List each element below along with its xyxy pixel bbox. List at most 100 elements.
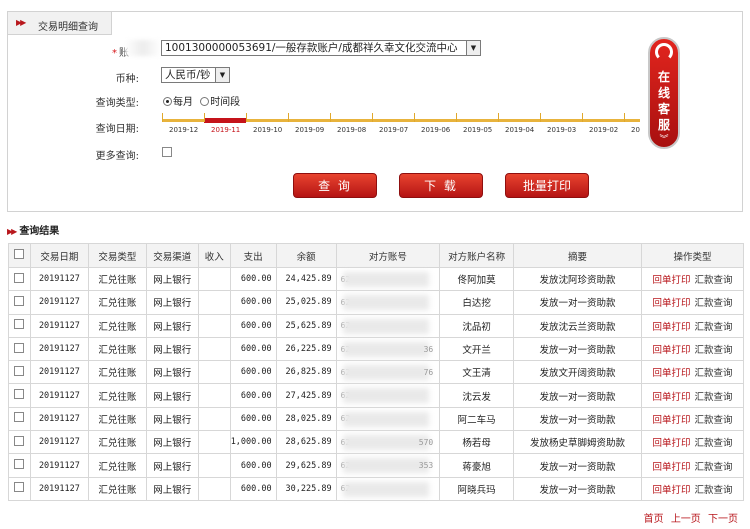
month-label[interactable]: 2019-03: [547, 126, 576, 134]
query-type-radios: 每月 时间段: [163, 93, 244, 108]
row-checkbox[interactable]: [8, 476, 31, 501]
row-checkbox[interactable]: [8, 266, 31, 292]
cell-date: 20191127: [29, 383, 89, 408]
online-service-badge[interactable]: 在线客服 ︾: [648, 37, 680, 149]
cell-expense: 600.00: [229, 383, 277, 408]
pager-prev[interactable]: 上一页: [671, 514, 701, 525]
row-checkbox[interactable]: [8, 430, 31, 455]
cell-balance: 26,825.89: [275, 360, 337, 385]
cell-counterparty-name: 蒋豪旭: [439, 453, 515, 478]
query-button[interactable]: 查 询: [293, 173, 377, 198]
cell-expense: 600.00: [229, 336, 277, 362]
chevron-down-icon[interactable]: ▼: [466, 41, 480, 55]
cell-balance: 24,425.89: [275, 266, 337, 292]
table-row: 20191127汇兑往账网上银行 600.0028,025.8962阿二车马发放一…: [8, 406, 745, 432]
month-label[interactable]: 2019-02: [589, 126, 618, 134]
receipt-print-link[interactable]: 回单打印: [652, 462, 690, 473]
remit-query-link[interactable]: 汇款查询: [694, 368, 732, 379]
remit-query-link[interactable]: 汇款查询: [694, 462, 732, 473]
receipt-print-link[interactable]: 回单打印: [652, 438, 690, 449]
receipt-print-link[interactable]: 回单打印: [652, 345, 690, 356]
cell-channel: 网上银行: [145, 336, 199, 362]
remit-query-link[interactable]: 汇款查询: [694, 438, 732, 449]
column-header: 交易类型: [87, 243, 147, 268]
chevron-down-icon[interactable]: ▼: [215, 68, 229, 82]
month-timeline[interactable]: [162, 113, 640, 123]
batch-print-button[interactable]: 批量打印: [505, 173, 589, 198]
row-checkbox[interactable]: [8, 406, 31, 432]
receipt-print-link[interactable]: 回单打印: [652, 322, 690, 333]
cell-type: 汇兑往账: [87, 290, 147, 315]
timeline-tick[interactable]: [288, 113, 289, 122]
select-all-checkbox[interactable]: [8, 243, 31, 268]
timeline-tick[interactable]: [540, 113, 541, 122]
download-button[interactable]: 下 载: [399, 173, 483, 198]
radio-period[interactable]: 时间段: [200, 97, 240, 108]
remit-query-link[interactable]: 汇款查询: [694, 298, 732, 309]
remit-query-link[interactable]: 汇款查询: [694, 322, 732, 333]
pager-first[interactable]: 首页: [644, 514, 664, 525]
table-header-row: 交易日期 交易类型 交易渠道 收入 支出 余额 对方账号 对方账户名称 摘要 操作类型: [8, 243, 745, 268]
remit-query-link[interactable]: 汇款查询: [694, 485, 732, 496]
receipt-print-link[interactable]: 回单打印: [652, 392, 690, 403]
cell-actions: 回单打印 汇款查询: [640, 313, 745, 338]
cell-counterparty-account: 62: [335, 406, 441, 432]
month-label[interactable]: 2019-12: [169, 126, 198, 134]
timeline-tick[interactable]: [246, 113, 247, 122]
cell-income: [197, 430, 231, 455]
cell-counterparty-name: 白达挖: [439, 290, 515, 315]
receipt-print-link[interactable]: 回单打印: [652, 415, 690, 426]
timeline-tick[interactable]: [456, 113, 457, 122]
row-checkbox[interactable]: [8, 453, 31, 478]
timeline-tick[interactable]: [330, 113, 331, 122]
month-label[interactable]: 20: [631, 126, 640, 134]
month-label[interactable]: 2019-06: [421, 126, 450, 134]
account-select[interactable]: 1001300000053691/一般存款账户/成都祥久幸文化交流中心 ▼: [161, 40, 481, 56]
month-label[interactable]: 2019-08: [337, 126, 366, 134]
remit-query-link[interactable]: 汇款查询: [694, 392, 732, 403]
cell-balance: 30,225.89: [275, 476, 337, 501]
month-labels: 2019-12 2019-11 2019-10 2019-09 2019-08 2019-…: [162, 126, 662, 138]
more-query-checkbox[interactable]: [162, 147, 172, 160]
cell-expense: 600.00: [229, 313, 277, 338]
month-label[interactable]: 2019-11: [211, 126, 240, 134]
month-label[interactable]: 2019-09: [295, 126, 324, 134]
cell-expense: 1,000.00: [229, 430, 277, 455]
cell-income: [197, 453, 231, 478]
cell-balance: 25,025.89: [275, 290, 337, 315]
receipt-print-link[interactable]: 回单打印: [652, 368, 690, 379]
row-checkbox[interactable]: [8, 360, 31, 385]
radio-checked-icon[interactable]: [163, 97, 172, 106]
currency-select[interactable]: 人民币/钞 ▼: [161, 67, 230, 83]
timeline-tick[interactable]: [582, 113, 583, 122]
timeline-tick[interactable]: [624, 113, 625, 122]
month-label[interactable]: 2019-07: [379, 126, 408, 134]
table-row: 20191127汇兑往账网上银行 600.0026,225.896236文开兰发放…: [8, 336, 745, 362]
remit-query-link[interactable]: 汇款查询: [694, 275, 732, 286]
timeline-tick[interactable]: [204, 113, 205, 122]
remit-query-link[interactable]: 汇款查询: [694, 415, 732, 426]
column-header: 收入: [197, 243, 231, 268]
row-checkbox[interactable]: [8, 336, 31, 362]
remit-query-link[interactable]: 汇款查询: [694, 345, 732, 356]
timeline-tick[interactable]: [372, 113, 373, 122]
receipt-print-link[interactable]: 回单打印: [652, 298, 690, 309]
masked-area: [125, 40, 161, 56]
row-checkbox[interactable]: [8, 290, 31, 315]
receipt-print-link[interactable]: 回单打印: [652, 485, 690, 496]
month-label[interactable]: 2019-04: [505, 126, 534, 134]
month-label[interactable]: 2019-05: [463, 126, 492, 134]
pager-next[interactable]: 下一页: [708, 514, 738, 525]
cell-counterparty-name: 佟阿加莫: [439, 266, 515, 292]
row-checkbox[interactable]: [8, 383, 31, 408]
receipt-print-link[interactable]: 回单打印: [652, 275, 690, 286]
cell-balance: 28,625.89: [275, 430, 337, 455]
timeline-tick[interactable]: [414, 113, 415, 122]
month-label[interactable]: 2019-10: [253, 126, 282, 134]
radio-unchecked-icon[interactable]: [200, 97, 210, 106]
cell-channel: 网上银行: [145, 476, 199, 501]
timeline-tick[interactable]: [162, 113, 163, 122]
timeline-tick[interactable]: [498, 113, 499, 122]
row-checkbox[interactable]: [8, 313, 31, 338]
radio-monthly[interactable]: 每月: [163, 97, 193, 108]
